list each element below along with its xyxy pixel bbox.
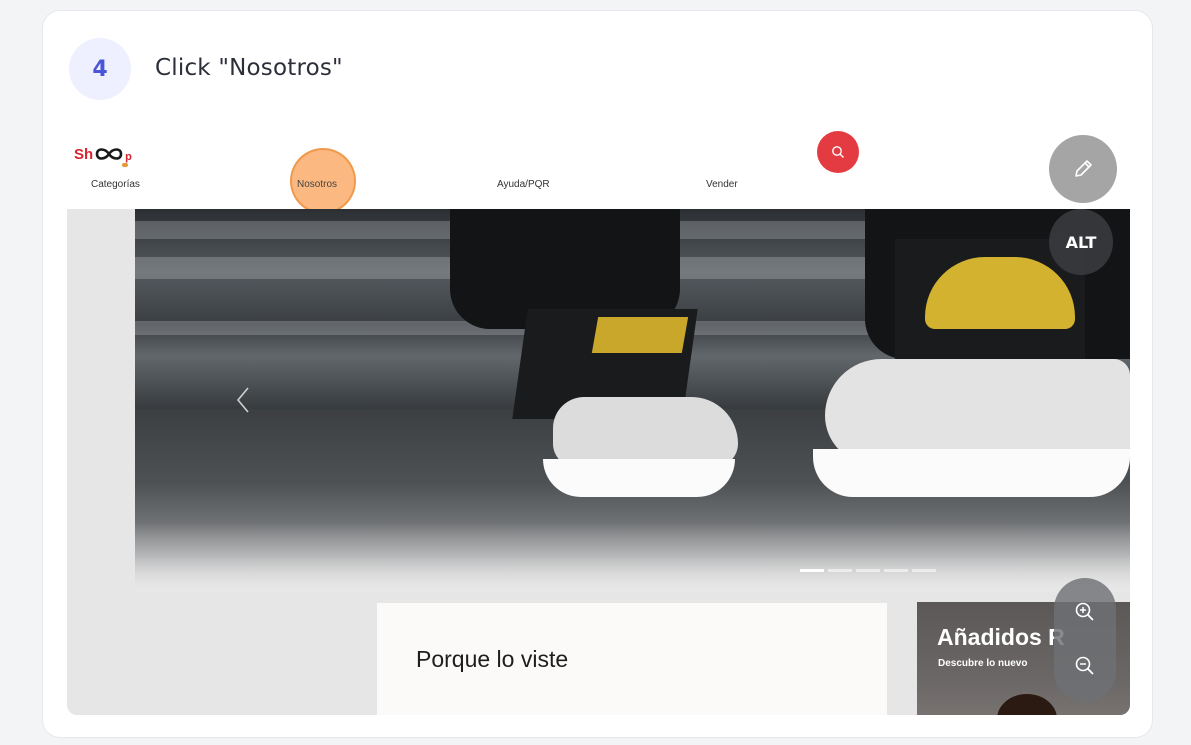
anadidos-title: Añadidos R [937, 624, 1065, 650]
anadidos-product-image [997, 694, 1057, 715]
carousel-dot[interactable] [828, 569, 852, 572]
sock-pattern [591, 317, 689, 353]
zoom-controls [1054, 578, 1116, 702]
zoom-out-button[interactable] [1065, 646, 1105, 686]
nav-categorias[interactable]: Categorías [91, 179, 140, 190]
nav-vender[interactable]: Vender [706, 179, 738, 190]
alt-label: ALT [1065, 232, 1097, 252]
zoom-out-icon [1075, 656, 1094, 675]
search-button[interactable] [817, 131, 859, 173]
logo-prefix: Sh [74, 146, 94, 163]
hero-carousel[interactable] [135, 209, 1130, 592]
infinity-icon [95, 148, 123, 160]
nav-ayuda-pqr[interactable]: Ayuda/PQR [497, 179, 550, 190]
edit-button[interactable] [1049, 135, 1117, 203]
step-title: Click "Nosotros" [155, 55, 343, 81]
step-number-badge: 4 [69, 38, 131, 100]
logo-suffix: p [122, 151, 132, 167]
carousel-dot[interactable] [884, 569, 908, 572]
carousel-dot[interactable] [912, 569, 936, 572]
porque-lo-viste-section: Porque lo viste [377, 603, 887, 715]
chevron-left-icon[interactable] [235, 385, 251, 415]
hero-shoe-sole [813, 449, 1130, 497]
anadidos-subtitle: Descubre lo nuevo [938, 658, 1028, 669]
hero-shoe [553, 397, 738, 467]
zoom-in-icon [1075, 602, 1094, 621]
screenshot-frame: Sh p Categorías Nosotros Ayuda/PQR Vende… [67, 123, 1130, 715]
nav-nosotros[interactable]: Nosotros [297, 179, 337, 190]
carousel-indicators [800, 569, 936, 572]
search-icon [832, 146, 844, 158]
zoom-in-button[interactable] [1065, 592, 1105, 632]
carousel-dot[interactable] [856, 569, 880, 572]
hero-fade [135, 522, 1130, 592]
shop-header: Sh p Categorías Nosotros Ayuda/PQR Vende… [67, 123, 1130, 214]
alt-text-button[interactable]: ALT [1049, 209, 1113, 275]
carousel-dot[interactable] [800, 569, 824, 572]
shop-logo[interactable]: Sh p [74, 137, 132, 167]
hero-shoe-sole [543, 459, 735, 497]
porque-lo-viste-title: Porque lo viste [416, 646, 569, 672]
step-card: 4 Click "Nosotros" Sh p Categorías Nosot… [42, 10, 1153, 738]
pencil-icon [1075, 160, 1092, 177]
